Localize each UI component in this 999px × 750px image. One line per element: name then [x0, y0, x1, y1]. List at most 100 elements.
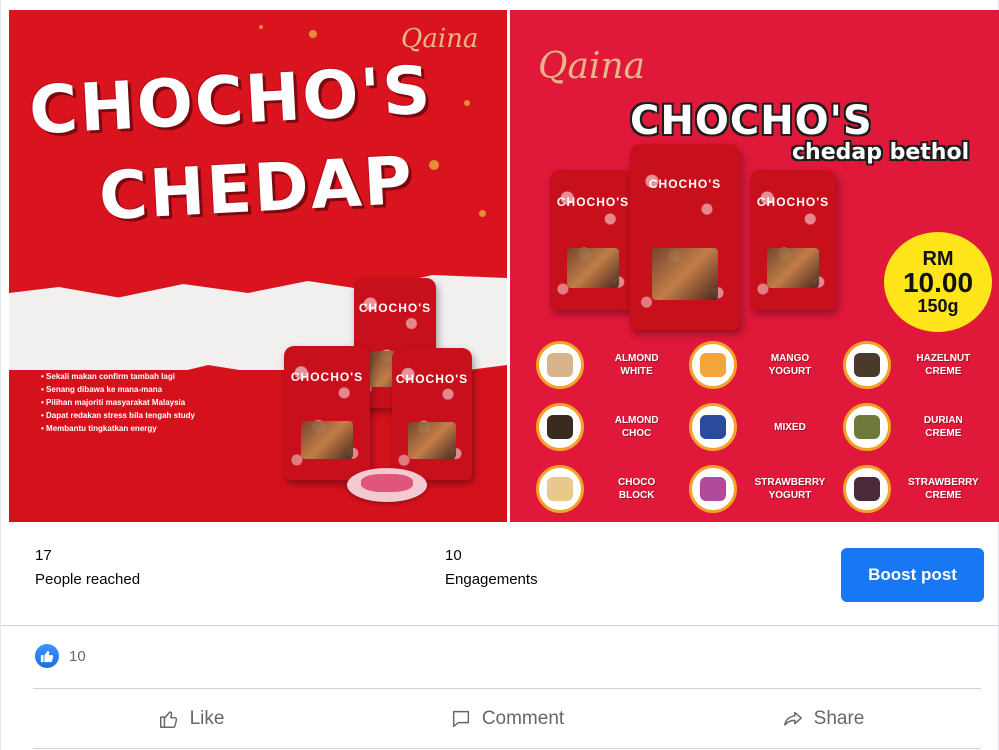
- share-button[interactable]: Share: [665, 694, 981, 744]
- price-amount: 10.00: [902, 267, 974, 298]
- flavour-item: MANGO YOGURT: [689, 338, 842, 392]
- people-reached-label: People reached: [35, 571, 141, 588]
- splatter-dot: [464, 100, 470, 106]
- product-pouch: CHOCHO'S: [392, 348, 472, 480]
- engagements-stat[interactable]: 10 Engagements: [445, 546, 538, 590]
- benefit-item: Membantu tingkatkan energy: [41, 422, 195, 435]
- flavour-name-line2: CREME: [925, 428, 962, 439]
- flavour-name-line1: ALMOND: [614, 415, 659, 426]
- flavour-name-line1: CHOCO: [618, 477, 656, 488]
- flavour-thumbnail: [689, 341, 738, 389]
- boost-post-button[interactable]: Boost post: [841, 548, 984, 602]
- flavour-thumbnail: [536, 403, 584, 451]
- flavour-name-line1: MIXED: [774, 421, 806, 433]
- pouch-label: CHOCHO'S: [358, 301, 432, 316]
- promo-image-left[interactable]: Qaina CHOCHO'S CHEDAP Sekali makan confi…: [9, 10, 507, 522]
- like-button[interactable]: Like: [33, 694, 349, 744]
- flavour-name: HAZELNUT CREME: [891, 352, 996, 378]
- post-images[interactable]: Qaina CHOCHO'S CHEDAP Sekali makan confi…: [9, 10, 999, 522]
- headline-line-1: CHOCHO'S: [27, 51, 435, 150]
- product-tagline: chedap bethol: [792, 140, 970, 165]
- flavour-name: STRAWBERRY YOGURT: [737, 476, 842, 502]
- pouch-label: CHOCHO'S: [556, 195, 630, 210]
- product-pouch: CHOCHO'S: [750, 170, 836, 310]
- flavour-thumbnail: [842, 465, 891, 513]
- share-label: Share: [813, 708, 865, 729]
- flavour-name-line2: CHOC: [621, 428, 652, 439]
- pouch-window: [652, 248, 718, 301]
- flavour-name-line2: YOGURT: [768, 490, 812, 501]
- divider: [33, 748, 981, 749]
- thumbs-up-outline-icon: [159, 711, 177, 728]
- candy-dish: [347, 468, 427, 502]
- flavour-thumbnail: [536, 465, 584, 513]
- flavour-item: MIXED: [689, 400, 842, 454]
- pouch-label: CHOCHO'S: [290, 370, 364, 385]
- reaction-summary[interactable]: 10: [35, 644, 86, 668]
- comment-icon: [452, 710, 469, 728]
- flavour-item: DURIAN CREME: [842, 400, 996, 454]
- flavour-name: DURIAN CREME: [891, 414, 996, 440]
- like-label: Like: [189, 708, 225, 729]
- flavour-item: STRAWBERRY CREME: [842, 462, 996, 516]
- post-actions: Like Comment Share: [33, 694, 981, 744]
- flavour-name: MIXED: [737, 421, 842, 434]
- flavour-name-line2: CREME: [925, 490, 962, 501]
- flavour-item: HAZELNUT CREME: [842, 338, 996, 392]
- benefit-item: Senang dibawa ke mana-mana: [41, 383, 195, 396]
- flavour-name-line1: HAZELNUT: [916, 353, 971, 364]
- comment-button[interactable]: Comment: [349, 694, 665, 744]
- reaction-count: 10: [69, 647, 86, 665]
- price-badge: RM 10.00 150g: [884, 232, 992, 332]
- people-reached-count: 17: [35, 547, 52, 564]
- product-pouch: CHOCHO'S: [550, 170, 636, 310]
- price-weight: 150g: [917, 296, 959, 316]
- flavour-grid: ALMOND WHITE MANGO YOGURT HAZELNUT CREME AL…: [536, 338, 996, 516]
- splatter-dot: [479, 210, 486, 217]
- pouch-window: [567, 248, 619, 288]
- flavour-thumbnail: [842, 403, 891, 451]
- share-arrow-icon: [783, 711, 802, 726]
- flavour-name-line2: YOGURT: [768, 366, 812, 377]
- thumbs-up-icon: [35, 644, 59, 668]
- engagements-label: Engagements: [445, 571, 538, 588]
- flavour-item: ALMOND WHITE: [536, 338, 689, 392]
- splatter-dot: [309, 30, 317, 38]
- flavour-thumbnail: [842, 341, 891, 389]
- post-insights: 17 People reached 10 Engagements Boost p…: [1, 522, 999, 626]
- flavour-name-line1: ALMOND: [614, 353, 659, 364]
- benefit-list: Sekali makan confirm tambah lagi Senang …: [41, 370, 195, 435]
- flavour-name-line2: BLOCK: [618, 490, 655, 501]
- pouch-window: [767, 248, 819, 288]
- people-reached-stat[interactable]: 17 People reached: [35, 546, 140, 590]
- price-currency: RM: [922, 248, 954, 270]
- pouch-window: [301, 421, 353, 459]
- brand-logo: Qaina: [538, 46, 646, 87]
- benefit-item: Pilihan majoriti masyarakat Malaysia: [41, 396, 195, 409]
- product-pouch: CHOCHO'S: [284, 346, 370, 480]
- benefit-item: Sekali makan confirm tambah lagi: [41, 370, 195, 383]
- flavour-name-line1: STRAWBERRY: [754, 477, 826, 488]
- post-card: Qaina CHOCHO'S CHEDAP Sekali makan confi…: [0, 0, 999, 750]
- flavour-item: STRAWBERRY YOGURT: [689, 462, 842, 516]
- engagements-count: 10: [445, 547, 462, 564]
- product-title: CHOCHO'S: [630, 98, 873, 144]
- flavour-thumbnail: [689, 403, 738, 451]
- flavour-name-line2: CREME: [925, 366, 962, 377]
- pouch-label: CHOCHO'S: [648, 177, 722, 192]
- benefit-item: Dapat redakan stress bila tengah study: [41, 409, 195, 422]
- flavour-item: CHOCO BLOCK: [536, 462, 689, 516]
- splatter-dot: [429, 160, 439, 170]
- product-pouch: CHOCHO'S: [630, 144, 740, 330]
- flavour-name: ALMOND CHOC: [584, 414, 689, 440]
- flavour-name-line1: STRAWBERRY: [907, 477, 979, 488]
- pouch-label: CHOCHO'S: [756, 195, 830, 210]
- headline-line-2: CHEDAP: [97, 141, 416, 236]
- splatter-dot: [259, 25, 263, 29]
- promo-image-right[interactable]: Qaina CHOCHO'S chedap bethol CHOCHO'S CH…: [510, 10, 999, 522]
- flavour-name: MANGO YOGURT: [737, 352, 842, 378]
- flavour-thumbnail: [536, 341, 584, 389]
- flavour-name: CHOCO BLOCK: [584, 476, 689, 502]
- flavour-name-line2: WHITE: [620, 366, 653, 377]
- comment-label: Comment: [481, 708, 565, 729]
